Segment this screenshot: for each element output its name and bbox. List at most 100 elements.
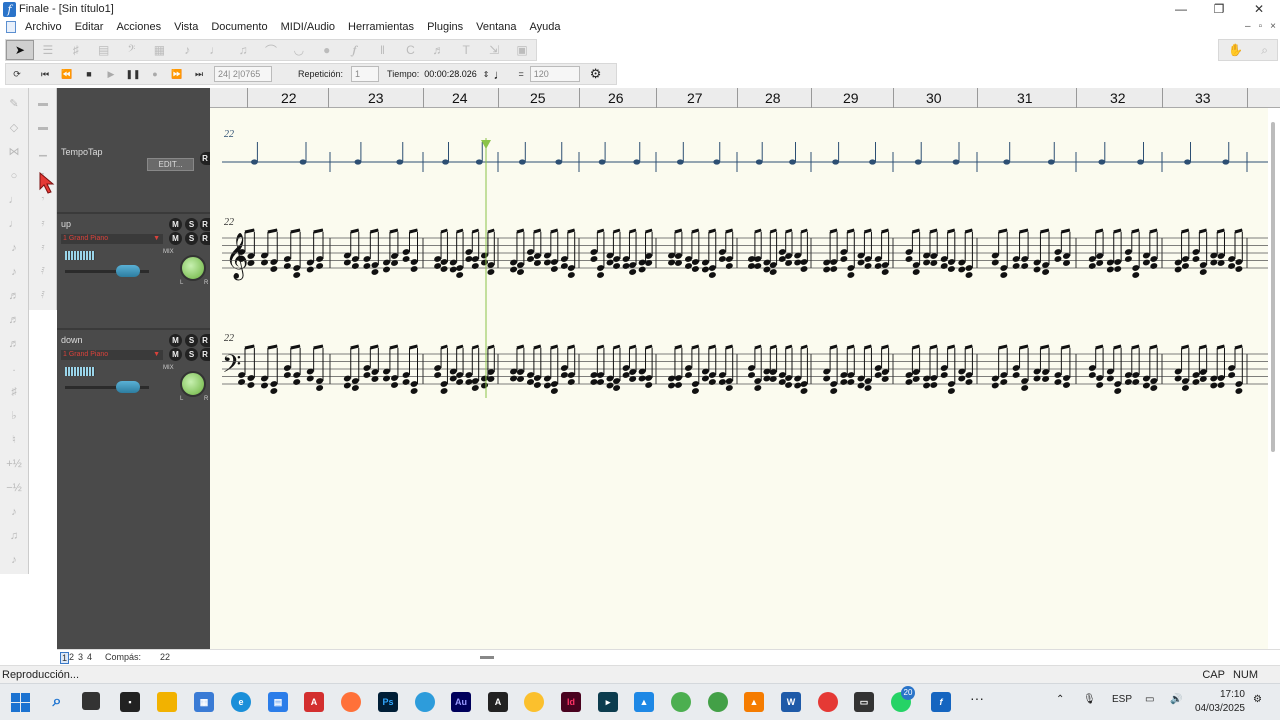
task-view-icon[interactable] (82, 692, 100, 710)
dot-icon[interactable]: . (6, 360, 22, 376)
measure-tool-icon[interactable]: ▦ (145, 40, 173, 60)
mdi-restore-button[interactable]: ▫ (1259, 21, 1263, 32)
articulation-tool-icon[interactable]: ● (313, 40, 341, 60)
flat-icon[interactable]: ♭ (6, 408, 22, 424)
score-notation[interactable]: 22 22 22 𝄞 𝄢 (210, 108, 1268, 649)
instrument-select[interactable]: 1 Grand Piano ▼ (61, 234, 163, 244)
system-clock[interactable]: 17:10 04/03/2025 (1190, 688, 1245, 716)
calculator-icon[interactable]: ▦ (194, 692, 214, 712)
sixteenth-rest-icon[interactable]: 𝄿 (35, 216, 51, 232)
loop-icon[interactable]: ⟳ (6, 64, 28, 84)
finale-taskbar-icon[interactable]: f (931, 692, 951, 712)
score-canvas[interactable]: 22 22 22 𝄞 𝄢 (210, 108, 1268, 649)
play-icon[interactable]: ▶ (100, 64, 122, 84)
menu-herramientas[interactable]: Herramientas (348, 21, 414, 33)
half-step-up-icon[interactable]: +½ (6, 456, 22, 472)
hand-grabber-icon[interactable]: ✋ (1228, 43, 1243, 57)
terminal-icon[interactable]: ▪ (120, 692, 140, 712)
rewind-to-start-icon[interactable]: ⏮ (34, 64, 56, 84)
sharp-icon[interactable]: ♯ (6, 384, 22, 400)
volume-fader-knob[interactable] (116, 265, 140, 277)
staff-tool-icon[interactable]: ☰ (34, 40, 62, 60)
menu-documento[interactable]: Documento (211, 21, 267, 33)
console-icon[interactable]: ▭ (854, 692, 874, 712)
mdi-minimize-button[interactable]: – (1245, 21, 1251, 32)
repeat-select[interactable]: 1 (351, 66, 380, 82)
firefox-icon[interactable] (341, 692, 361, 712)
record-button[interactable]: R (200, 348, 210, 361)
repeat-tool-icon[interactable]: ‖ (369, 40, 397, 60)
measure-field[interactable]: 22 (160, 652, 170, 662)
page-tab-3[interactable]: 3 (78, 652, 83, 662)
thirtysecond-rest-icon[interactable]: 𝅀 (35, 288, 51, 304)
menu-archivo[interactable]: Archivo (25, 21, 62, 33)
photoshop-icon[interactable]: Ps (378, 692, 398, 712)
search-icon[interactable]: ⌕ (47, 692, 67, 712)
clef-tool-icon[interactable]: 𝄢 (118, 40, 146, 60)
rewind-icon[interactable]: ⏪ (56, 64, 78, 84)
chrome-profile-icon[interactable] (671, 692, 691, 712)
file-explorer-icon[interactable] (157, 692, 177, 712)
key-signature-tool-icon[interactable]: ♯ (62, 40, 90, 60)
menu-acciones[interactable]: Acciones (116, 21, 161, 33)
indesign-icon[interactable]: Id (561, 692, 581, 712)
eighth-note-icon[interactable]: ♪ (6, 240, 22, 256)
chrome-profile-icon[interactable] (818, 692, 838, 712)
tempo-record-button[interactable]: R (200, 152, 210, 165)
playback-settings-icon[interactable]: ⚙ (590, 66, 602, 82)
sixteenth-note-icon[interactable]: ♬ (6, 288, 22, 304)
tray-overflow-icon[interactable]: ⌃ (1056, 694, 1064, 705)
mute-button[interactable]: M (169, 232, 182, 245)
app-icon[interactable]: ▸ (598, 692, 618, 712)
beam-icon[interactable]: ♫ (6, 528, 22, 544)
tempo-field[interactable]: 120 (529, 66, 580, 82)
natural-icon[interactable]: ♮ (6, 432, 22, 448)
tie-icon[interactable]: ⋈ (6, 144, 22, 160)
record-button[interactable]: R (200, 334, 210, 347)
grace-note-icon[interactable]: ♪ (6, 504, 22, 520)
windows-start-icon[interactable] (11, 693, 30, 712)
simple-entry-tool-icon[interactable]: ♪ (173, 40, 201, 60)
thirtysecond-rest-icon[interactable]: 𝅀 (35, 264, 51, 280)
inkscape-icon[interactable]: A (488, 692, 508, 712)
edit-tempo-button[interactable]: EDIT... (147, 158, 194, 171)
menu-ventana[interactable]: Ventana (476, 21, 516, 33)
input-language[interactable]: ESP (1112, 694, 1132, 705)
flip-stem-icon[interactable]: ♪ (6, 552, 22, 568)
record-button[interactable]: R (200, 232, 210, 245)
whole-rest-icon[interactable]: ▬ (35, 96, 51, 112)
chord-tool-icon[interactable]: C (396, 40, 424, 60)
menu-editar[interactable]: Editar (75, 21, 104, 33)
graphics-tool-icon[interactable]: ▣ (508, 40, 536, 60)
horizontal-scroll-handle[interactable] (480, 656, 494, 659)
forward-to-end-icon[interactable]: ⏭ (188, 64, 210, 84)
record-button[interactable]: R (200, 218, 210, 231)
more-apps-icon[interactable]: ··· (970, 690, 984, 706)
selection-tool-icon[interactable]: ➤ (6, 40, 34, 60)
diamond-icon[interactable]: ◇ (6, 120, 22, 136)
measure-ruler[interactable]: 22 23 24 25 26 27 28 29 30 31 32 33 (210, 88, 1280, 108)
stop-icon[interactable]: ■ (78, 64, 100, 84)
half-rest-icon[interactable]: ▬ (35, 120, 51, 136)
eighth-note-icon[interactable]: ♪ (6, 264, 22, 280)
lyrics-tool-icon[interactable]: ♬ (424, 40, 452, 60)
network-icon[interactable]: ▭ (1145, 694, 1154, 705)
quarter-rest-icon[interactable]: ▁ (35, 144, 51, 160)
pause-icon[interactable]: ❚❚ (122, 64, 144, 84)
page-tab-1[interactable]: 1 (60, 652, 70, 664)
maximize-button[interactable]: ❐ (1200, 0, 1238, 19)
menu-midi-audio[interactable]: MIDI/Audio (281, 21, 335, 33)
audition-icon[interactable]: Au (451, 692, 471, 712)
instrument-select[interactable]: 1 Grand Piano ▼ (61, 350, 163, 360)
page-tab-2[interactable]: 2 (69, 652, 74, 662)
page-tab-4[interactable]: 4 (87, 652, 92, 662)
expression-tool-icon[interactable]: 𝆑 (341, 40, 369, 60)
zoom-icon[interactable]: ⌕ (1261, 43, 1268, 58)
note-icon[interactable]: ♩ (6, 216, 22, 232)
slur-tool-icon[interactable]: ◡ (285, 40, 313, 60)
word-icon[interactable]: W (781, 692, 801, 712)
bird-app-icon[interactable] (415, 692, 435, 712)
circle-icon[interactable]: ○ (6, 168, 22, 184)
mdi-close-button[interactable]: × (1270, 21, 1276, 32)
minimize-button[interactable]: — (1162, 0, 1200, 19)
